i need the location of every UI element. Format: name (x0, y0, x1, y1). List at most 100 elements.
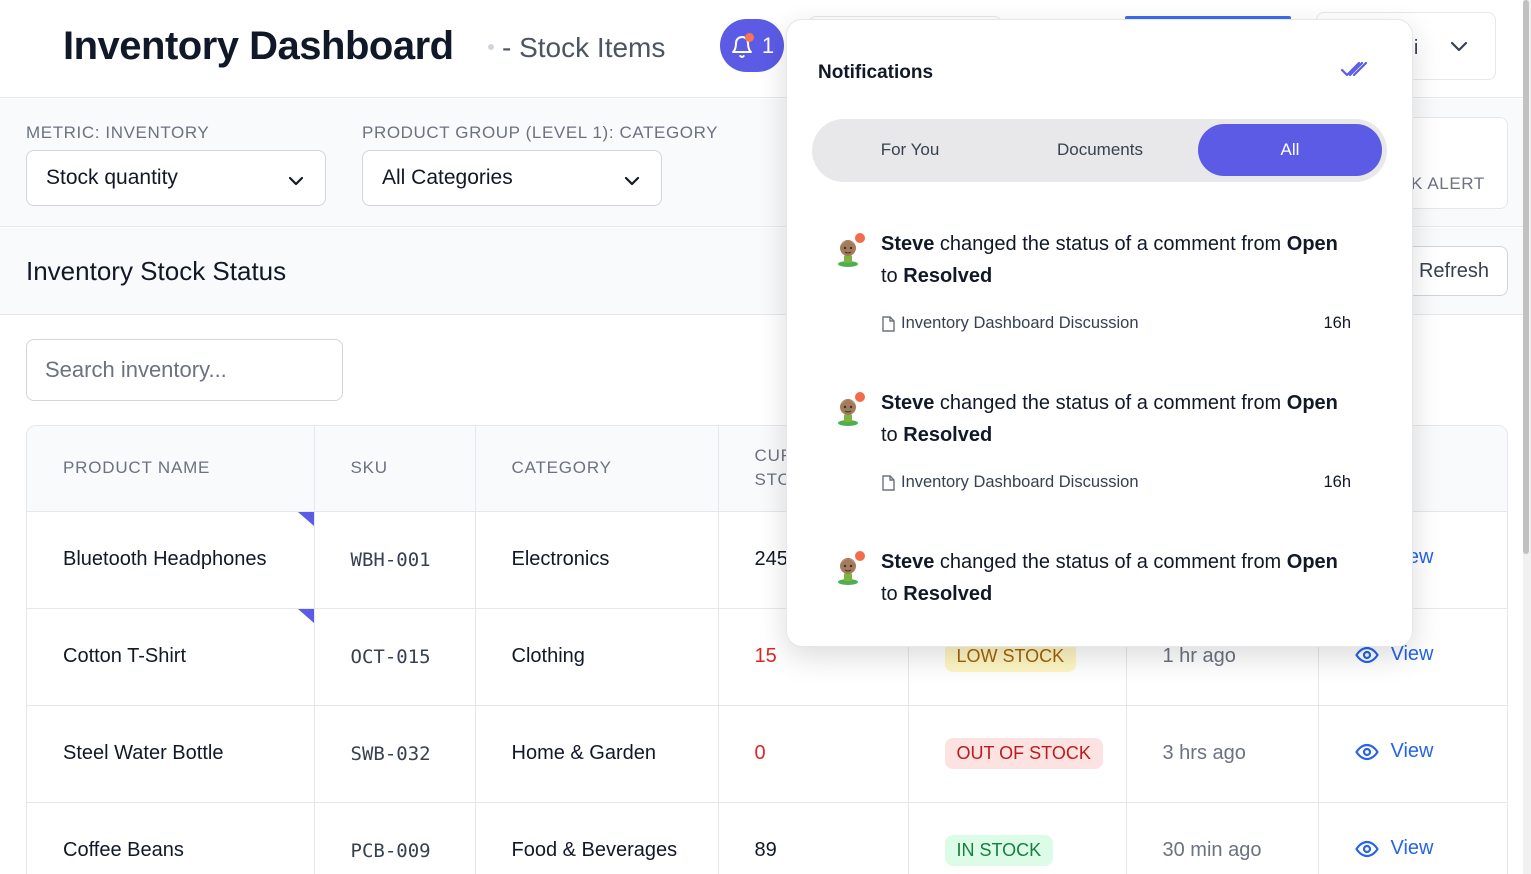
notification-message: Steve changed the status of a comment fr… (881, 228, 1341, 292)
section-title: Inventory Stock Status (26, 256, 287, 286)
view-label: View (1390, 740, 1434, 763)
notification-verb: changed the status of a comment from (934, 392, 1287, 414)
notification-message: Steve changed the status of a comment fr… (881, 546, 1341, 610)
metric-select[interactable]: Stock quantity (26, 150, 326, 206)
bell-icon (730, 32, 754, 59)
metric-filter-label: METRIC: INVENTORY (26, 123, 210, 142)
product-name-cell: Coffee Beans (27, 802, 315, 874)
product-name-cell: Cotton T-Shirt (27, 608, 315, 706)
notification-actor: Steve (881, 392, 935, 414)
table-row: Steel Water Bottle SWB-032 Home & Garden… (27, 705, 1507, 803)
view-link[interactable]: View (1354, 837, 1434, 860)
notification-from-status: Open (1286, 392, 1338, 414)
avatar (835, 233, 865, 267)
avatar (835, 392, 865, 426)
unread-dot (855, 233, 865, 243)
stock-alert-label: K ALERT (1411, 174, 1485, 193)
page-title: Inventory Dashboard (63, 24, 454, 68)
notification-document[interactable]: Inventory Dashboard Discussion (881, 314, 1139, 333)
eye-icon (1354, 743, 1379, 760)
notification-time: 16h (1323, 473, 1351, 491)
product-name-cell: Steel Water Bottle (27, 705, 315, 803)
document-icon (882, 315, 895, 332)
notifications-title: Notifications (818, 62, 934, 83)
actions-cell: View (1318, 705, 1507, 803)
page-scrollbar[interactable] (1523, 0, 1531, 874)
scrollbar-thumb[interactable] (1523, 0, 1529, 554)
column-header-category[interactable]: CATEGORY (475, 426, 719, 512)
status-badge: IN STOCK (944, 835, 1054, 866)
column-header-sku[interactable]: SKU (314, 426, 476, 512)
category-cell: Food & Beverages (475, 802, 719, 874)
category-cell: Electronics (475, 511, 719, 609)
table-row: Coffee Beans PCB-009 Food & Beverages 89… (27, 802, 1507, 874)
tab-for-you[interactable]: For You (817, 124, 1003, 176)
comment-flag-icon[interactable] (297, 511, 314, 526)
tab-all[interactable]: All (1198, 124, 1382, 176)
eye-icon (1354, 646, 1379, 663)
document-icon (882, 474, 895, 491)
title-separator-dot (488, 44, 494, 50)
eye-icon (1354, 840, 1379, 857)
comment-flag-icon[interactable] (297, 608, 314, 623)
sku-cell: WBH-001 (314, 511, 476, 609)
column-header-product[interactable]: PRODUCT NAME (27, 426, 315, 512)
notification-message: Steve changed the status of a comment fr… (881, 387, 1341, 451)
stock-cell: 89 (718, 802, 909, 874)
notification-to-word: to (881, 265, 904, 287)
product-name-cell: Bluetooth Headphones (27, 511, 315, 609)
actions-cell: View (1318, 802, 1507, 874)
view-link[interactable]: View (1354, 740, 1434, 763)
notification-from-status: Open (1286, 551, 1338, 573)
stock-cell: 0 (718, 705, 909, 803)
notification-meta: Inventory Dashboard Discussion 16h (881, 473, 1351, 492)
notification-to-status: Resolved (903, 424, 993, 446)
status-badge: OUT OF STOCK (944, 738, 1103, 769)
notification-from-status: Open (1286, 233, 1338, 255)
status-cell: OUT OF STOCK (908, 705, 1127, 803)
notifications-button[interactable]: 1 (720, 19, 784, 72)
unread-dot (855, 551, 865, 561)
page-subtitle: - Stock Items (502, 32, 666, 63)
notification-actor: Steve (881, 233, 935, 255)
mark-all-read-icon[interactable] (1340, 60, 1368, 83)
document-name: Inventory Dashboard Discussion (901, 314, 1139, 332)
sku-cell: OCT-015 (314, 608, 476, 706)
updated-cell: 30 min ago (1126, 802, 1319, 874)
notification-document[interactable]: Inventory Dashboard Discussion (881, 473, 1139, 492)
category-cell: Home & Garden (475, 705, 719, 803)
metric-select-value: Stock quantity (46, 166, 178, 189)
unread-dot (855, 392, 865, 402)
notifications-popover: Notifications For You Documents All Stev… (786, 19, 1413, 647)
document-name: Inventory Dashboard Discussion (901, 473, 1139, 491)
notification-tabs: For You Documents All (812, 119, 1387, 182)
notification-verb: changed the status of a comment from (934, 551, 1287, 573)
notification-meta: Inventory Dashboard Discussion 16h (881, 314, 1351, 333)
notification-to-word: to (881, 583, 904, 605)
unread-indicator (744, 32, 754, 42)
avatar (835, 551, 865, 585)
notification-to-word: to (881, 424, 904, 446)
status-cell: IN STOCK (908, 802, 1127, 874)
view-label: View (1390, 837, 1434, 860)
notification-to-status: Resolved (903, 265, 993, 287)
category-select[interactable]: All Categories (362, 150, 662, 206)
category-select-value: All Categories (382, 166, 513, 189)
product-name: Bluetooth Headphones (63, 548, 267, 570)
chevron-down-icon (623, 170, 641, 194)
group-filter-label: PRODUCT GROUP (LEVEL 1): CATEGORY (362, 123, 719, 142)
chevron-down-icon (287, 170, 305, 194)
notification-time: 16h (1323, 314, 1351, 332)
notification-to-status: Resolved (903, 583, 993, 605)
notification-count: 1 (761, 32, 775, 58)
tab-documents[interactable]: Documents (1007, 124, 1193, 176)
sku-cell: SWB-032 (314, 705, 476, 803)
notification-actor: Steve (881, 551, 935, 573)
category-cell: Clothing (475, 608, 719, 706)
product-name: Cotton T-Shirt (63, 645, 187, 667)
search-input[interactable] (26, 339, 343, 401)
inventory-dashboard-page: Inventory Dashboard - Stock Items 1 lli … (0, 0, 1531, 874)
updated-cell: 3 hrs ago (1126, 705, 1319, 803)
notification-verb: changed the status of a comment from (934, 233, 1287, 255)
chevron-down-icon (1449, 39, 1469, 58)
